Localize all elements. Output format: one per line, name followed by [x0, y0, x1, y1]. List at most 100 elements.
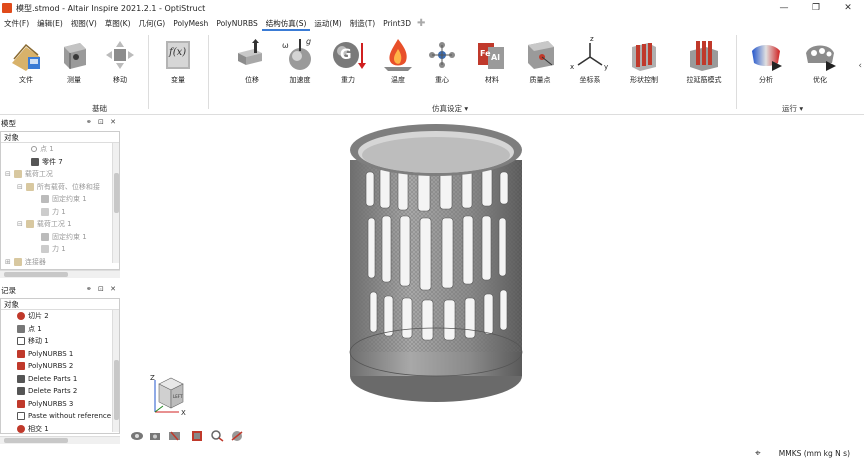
expander-icon[interactable]: ⊞ [5, 256, 11, 269]
menu-sketch[interactable]: 草图(K) [101, 16, 135, 31]
menu-manufacturing[interactable]: 制造(T) [346, 16, 379, 31]
polynurbs-icon [17, 349, 25, 358]
history-item[interactable]: Delete Parts 2 [1, 385, 119, 398]
mass-point-button[interactable]: 质量点 [518, 31, 562, 85]
tree-item[interactable]: 零件 7 [1, 156, 119, 169]
tree-item[interactable]: 固定约束 1 [1, 193, 119, 206]
menu-view[interactable]: 视图(V) [67, 16, 101, 31]
view-cube[interactable]: LEFT Z X [145, 374, 205, 422]
history-item[interactable]: 相交 1 [1, 423, 119, 434]
displacement-icon [234, 37, 270, 73]
camera-icon[interactable] [149, 430, 163, 442]
section-cut-icon[interactable] [168, 430, 182, 442]
shaded-view-icon[interactable] [190, 430, 204, 442]
menu-geometry[interactable]: 几何(G) [135, 16, 170, 31]
scroll-thumb[interactable] [114, 173, 119, 213]
shape-control-label: 形状控制 [630, 76, 658, 84]
menu-polymesh[interactable]: PolyMesh [169, 16, 212, 31]
ribbon: 文件 测量 移动 f(x) 变量 位移 ω g 加速度 G 重力 温度 重心 F… [0, 31, 864, 115]
acceleration-button[interactable]: ω g 加速度 [278, 31, 322, 85]
draw-bead-button[interactable]: 拉延筋模式 [682, 31, 726, 85]
force-icon [41, 245, 49, 254]
snap-target-icon[interactable]: ⌖ [755, 448, 761, 459]
restore-button[interactable]: ❐ [800, 0, 832, 16]
displacement-button[interactable]: 位移 [230, 31, 274, 85]
axis-z-text: z [590, 35, 594, 43]
coordinate-system-icon: z x y [570, 35, 609, 73]
unit-system-selector[interactable]: MMKS (mm kg N s) [779, 449, 850, 458]
history-item[interactable]: PolyNURBS 1 [1, 348, 119, 361]
tree-item[interactable]: ⊟ 载荷工况 1 [1, 218, 119, 231]
variable-button[interactable]: f(x) 变量 [156, 31, 200, 85]
tree-item[interactable]: 力 1 [1, 243, 119, 256]
history-item[interactable]: 点 1 [1, 323, 119, 336]
history-item[interactable]: Paste without reference [1, 410, 119, 423]
tree-item[interactable]: 力 1 [1, 206, 119, 219]
panel-controls-icon[interactable]: ⚭ ⊡ ✕ [86, 118, 118, 126]
history-item[interactable]: 切片 2 [1, 310, 119, 323]
history-hscroll[interactable] [0, 436, 120, 444]
history-vscroll[interactable] [112, 310, 119, 432]
menu-print3d[interactable]: Print3D [379, 16, 415, 31]
history-item[interactable]: Delete Parts 1 [1, 373, 119, 386]
move-label: 移动 [113, 76, 127, 84]
group-sim-setup[interactable]: 仿真设定 ▾ [432, 103, 468, 114]
add-ribbon-icon[interactable]: ✚ [417, 18, 425, 29]
file-label: 文件 [19, 76, 33, 84]
menu-polynurbs[interactable]: PolyNURBS [212, 16, 261, 31]
group-run[interactable]: 运行 ▾ [782, 103, 803, 114]
lattice-cylinder-model[interactable] [121, 116, 864, 446]
minimize-button[interactable]: — [768, 0, 800, 16]
scroll-thumb[interactable] [4, 272, 68, 277]
menu-edit[interactable]: 编辑(E) [33, 16, 67, 31]
scroll-thumb[interactable] [4, 438, 68, 443]
history-item[interactable]: PolyNURBS 2 [1, 360, 119, 373]
tree-item[interactable]: ⊞ 连接器 [1, 256, 119, 269]
3d-viewport[interactable]: LEFT Z X [121, 116, 864, 446]
acceleration-label: 加速度 [289, 76, 311, 84]
view-eye-icon[interactable] [130, 430, 144, 442]
center-of-gravity-button[interactable]: 重心 [420, 31, 464, 85]
ribbon-separator [148, 35, 149, 109]
move-icon [102, 37, 138, 73]
analyze-button[interactable]: 分析 [744, 31, 788, 85]
gravity-button[interactable]: G 重力 [326, 31, 370, 85]
measure-button[interactable]: 测量 [52, 31, 96, 85]
tree-item[interactable]: 点 1 [1, 143, 119, 156]
panel-controls-icon[interactable]: ⚭ ⊡ ✕ [86, 285, 118, 293]
model-tree-hscroll[interactable] [0, 270, 120, 278]
measure-tool-icon[interactable] [230, 430, 244, 442]
history-item[interactable]: 移动 1 [1, 335, 119, 348]
tree-item[interactable]: 固定约束 1 [1, 231, 119, 244]
scroll-thumb[interactable] [114, 360, 119, 420]
history-column-header: 对象 [1, 299, 119, 310]
ribbon-collapse-icon[interactable]: ‹ [858, 61, 862, 71]
coordinate-system-button[interactable]: z x y 坐标系 [568, 31, 612, 85]
zoom-icon[interactable] [210, 430, 224, 442]
tree-item[interactable]: ⊟ 载荷工况 [1, 168, 119, 181]
expander-icon[interactable]: ⊟ [5, 168, 11, 181]
expander-icon[interactable]: ⊟ [17, 181, 23, 194]
folder-icon [13, 170, 22, 179]
center-of-gravity-icon [424, 37, 460, 73]
shape-control-button[interactable]: 形状控制 [622, 31, 666, 85]
temperature-button[interactable]: 温度 [376, 31, 420, 85]
optimize-button[interactable]: 优化 [798, 31, 842, 85]
close-button[interactable]: ✕ [832, 0, 864, 16]
menu-motion[interactable]: 运动(M) [310, 16, 345, 31]
coordinate-system-label: 坐标系 [579, 76, 601, 84]
menu-structures[interactable]: 结构仿真(S) [261, 16, 311, 31]
material-icon: Fe Al [474, 37, 510, 73]
axis-y-text: y [604, 63, 609, 71]
file-button[interactable]: 文件 [4, 31, 48, 85]
material-button[interactable]: Fe Al 材料 [470, 31, 514, 85]
axis-x-label: X [181, 409, 186, 417]
fx-text: f(x) [169, 47, 187, 58]
history-item[interactable]: PolyNURBS 3 [1, 398, 119, 411]
menu-file[interactable]: 文件(F) [0, 16, 33, 31]
fe-text: Fe [480, 49, 491, 58]
expander-icon[interactable]: ⊟ [17, 218, 23, 231]
tree-item[interactable]: ⊟ 所有载荷、位移和接 [1, 181, 119, 194]
model-tree-vscroll[interactable] [112, 143, 119, 263]
move-button[interactable]: 移动 [98, 31, 142, 85]
